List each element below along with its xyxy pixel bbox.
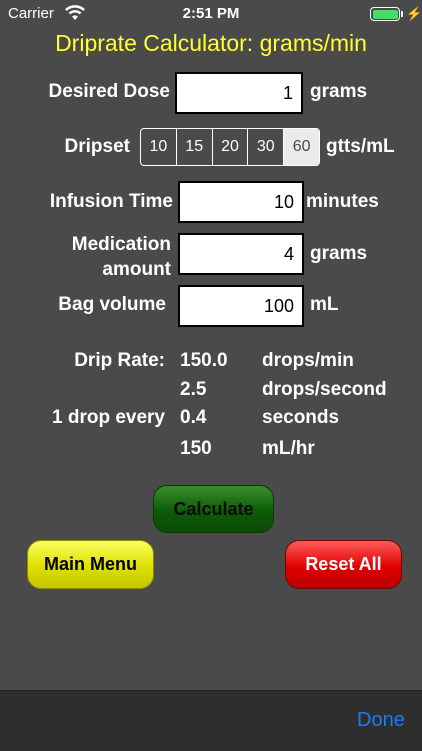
infusion-time-label: Infusion Time	[49, 191, 173, 212]
dripset-option-20[interactable]: 20	[213, 129, 249, 165]
drops-per-second-value: 2.5	[180, 379, 207, 400]
calculate-button[interactable]: Calculate	[153, 485, 274, 533]
bag-volume-unit: mL	[310, 294, 339, 315]
medication-label-line2: amount	[102, 259, 171, 280]
drip-rate-value: 150.0	[180, 350, 228, 371]
battery-icon	[370, 7, 400, 21]
dripset-option-30[interactable]: 30	[248, 129, 285, 165]
seconds-per-drop-value: 0.4	[180, 407, 207, 428]
status-bar: Carrier 2:51 PM ⚡	[0, 0, 422, 30]
ml-per-hour-value: 150	[180, 438, 212, 459]
infusion-time-unit: minutes	[306, 191, 379, 212]
bag-volume-label: Bag volume	[58, 294, 166, 315]
medication-amount-input[interactable]: 4	[178, 233, 304, 275]
one-drop-every-label: 1 drop every	[52, 407, 165, 428]
done-button[interactable]: Done	[357, 709, 405, 732]
bag-volume-input[interactable]: 100	[178, 285, 304, 327]
page-title: Driprate Calculator: grams/min	[55, 30, 367, 56]
dripset-segmented-control: 10 15 20 30 60	[140, 128, 320, 166]
battery-tip	[401, 11, 403, 17]
ml-per-hour-unit: mL/hr	[262, 438, 315, 459]
clock: 2:51 PM	[182, 5, 240, 22]
drip-rate-unit: drops/min	[262, 350, 354, 371]
dripset-option-10[interactable]: 10	[141, 129, 177, 165]
medication-amount-unit: grams	[310, 243, 368, 264]
drops-per-second-unit: drops/second	[262, 379, 387, 400]
seconds-per-drop-unit: seconds	[262, 407, 340, 428]
drip-rate-label: Drip Rate:	[74, 350, 165, 371]
reset-all-button[interactable]: Reset All	[285, 540, 402, 589]
dripset-unit: gtts/mL	[326, 136, 395, 157]
desired-dose-label: Desired Dose	[48, 81, 170, 102]
desired-dose-unit: grams	[310, 81, 368, 102]
dripset-option-60[interactable]: 60	[284, 129, 319, 165]
medication-label-line1: Medication	[71, 234, 171, 255]
medication-amount-label: Medication amount	[20, 232, 171, 282]
dripset-label: Dripset	[64, 136, 130, 157]
charging-icon: ⚡	[406, 6, 422, 21]
desired-dose-input[interactable]: 1	[175, 72, 303, 114]
dripset-option-15[interactable]: 15	[177, 129, 213, 165]
infusion-time-input[interactable]: 10	[178, 181, 304, 223]
main-menu-button[interactable]: Main Menu	[27, 540, 154, 589]
